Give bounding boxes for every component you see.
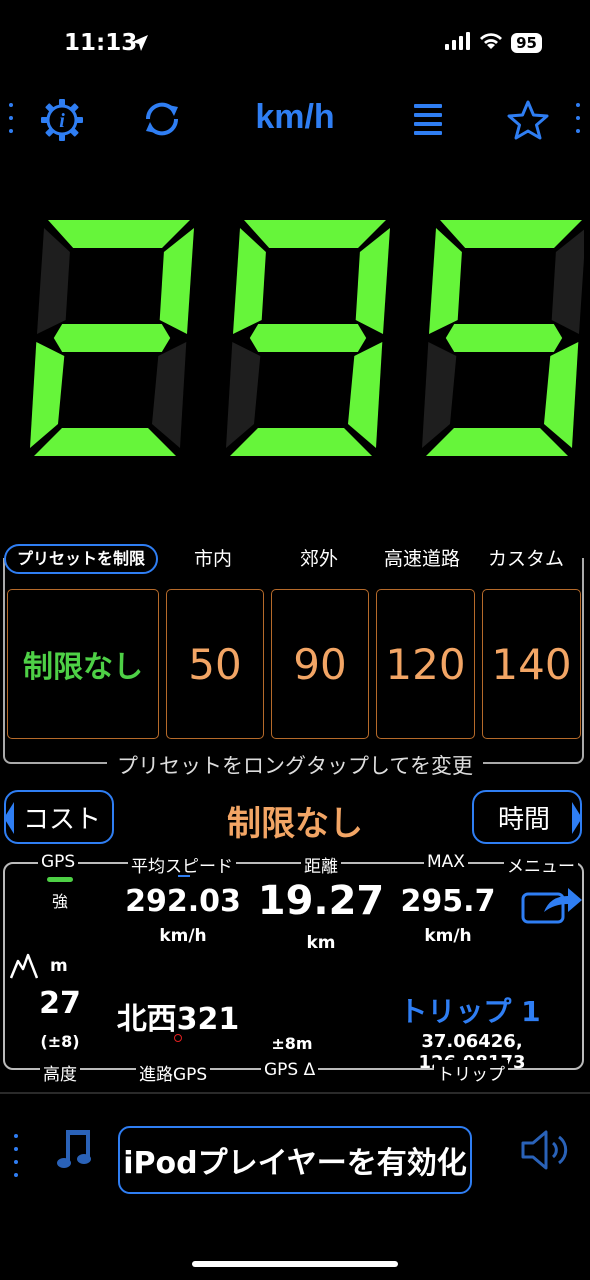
chevron-right-icon xyxy=(572,802,582,834)
altitude-value: 27 xyxy=(39,986,81,1021)
preset-90[interactable]: 90 xyxy=(271,589,369,739)
digit-2-segment-c xyxy=(544,342,579,448)
digit-2-segment-f xyxy=(429,228,462,334)
battery-indicator: 95 xyxy=(511,33,542,53)
footer-altitude-label: 高度 xyxy=(40,1060,80,1085)
preset-140[interactable]: 140 xyxy=(482,589,581,739)
preset-header-city: 市内 xyxy=(190,544,237,571)
gps-strength: 強 xyxy=(52,892,69,911)
max-unit: km/h xyxy=(424,926,472,946)
speed-unit-toggle[interactable]: km/h xyxy=(0,98,590,137)
avg-speed-unit: km/h xyxy=(159,926,207,946)
heading-value: 北西321 xyxy=(116,1002,240,1037)
preset-120[interactable]: 120 xyxy=(376,589,475,739)
gps-label: GPS xyxy=(38,852,79,872)
location-arrow-icon xyxy=(131,34,149,56)
preset-hint: プリセットをロングタップしてを変更 xyxy=(0,750,590,780)
footer-heading-label: 進路GPS xyxy=(136,1060,211,1085)
digit-0-segment-g xyxy=(53,324,171,352)
digit-0-segment-c xyxy=(152,342,187,448)
gps-strength-bar xyxy=(47,877,73,882)
digit-2-segment-a xyxy=(440,220,582,248)
list-menu-icon[interactable] xyxy=(412,102,444,142)
preset-50[interactable]: 50 xyxy=(166,589,264,739)
digit-1-segment-d xyxy=(230,428,372,456)
distance-unit: km xyxy=(306,933,336,953)
avg-speed-label: 平均スピード xyxy=(128,852,236,877)
menu-label: メニュー xyxy=(504,852,578,877)
digit-1-segment-a xyxy=(244,220,386,248)
preset-no-limit[interactable]: 制限なし xyxy=(7,589,159,739)
digit-1-segment-f xyxy=(233,228,266,334)
time-button[interactable]: 時間 xyxy=(472,790,582,844)
right-more-dots-icon[interactable] xyxy=(576,103,580,142)
player-more-dots-icon[interactable] xyxy=(14,1134,18,1186)
status-time: 11:13 xyxy=(64,30,138,56)
altitude-mountain-icon xyxy=(9,953,39,983)
altitude-unit: m xyxy=(50,956,68,976)
distance-label: 距離 xyxy=(301,852,341,877)
share-icon[interactable] xyxy=(520,884,584,930)
preset-header-suburb: 郊外 xyxy=(296,544,343,571)
distance-value: 19.27 xyxy=(257,878,385,924)
avg-speed-value: 292.03 xyxy=(125,884,241,919)
avg-speed-underline xyxy=(178,875,190,877)
digit-2-segment-g xyxy=(445,324,563,352)
footer-trip-label: トリップ xyxy=(434,1060,508,1085)
heading-indicator-dot xyxy=(174,1034,182,1042)
favorite-star-icon[interactable] xyxy=(506,100,550,144)
preset-limit-button[interactable]: プリセットを制限 xyxy=(4,544,158,574)
preset-header-custom: カスタム xyxy=(484,544,569,571)
digit-0-segment-d xyxy=(34,428,176,456)
volume-icon[interactable] xyxy=(520,1128,572,1176)
digit-1-segment-g xyxy=(249,324,367,352)
max-value: 295.7 xyxy=(400,884,496,919)
digit-1-segment-c xyxy=(348,342,383,448)
status-icons: 95 xyxy=(445,32,542,54)
divider xyxy=(0,1092,590,1094)
home-indicator[interactable] xyxy=(192,1261,398,1267)
trip-name[interactable]: トリップ 1 xyxy=(380,990,560,1030)
signal-icon xyxy=(445,32,471,54)
altitude-accuracy: (±8) xyxy=(40,1032,80,1051)
max-label: MAX xyxy=(424,852,468,872)
ipod-player-button[interactable]: iPodプレイヤーを有効化 xyxy=(118,1126,472,1194)
digit-0-segment-a xyxy=(48,220,190,248)
preset-header-highway: 高速道路 xyxy=(380,544,465,571)
digit-0-segment-f xyxy=(37,228,70,334)
footer-gps-delta-label: GPS Δ xyxy=(261,1060,319,1080)
gps-delta-value: ±8m xyxy=(271,1034,313,1053)
wifi-icon xyxy=(479,32,503,54)
speed-display xyxy=(24,220,586,466)
digit-2-segment-d xyxy=(426,428,568,456)
music-note-icon[interactable] xyxy=(56,1126,96,1176)
